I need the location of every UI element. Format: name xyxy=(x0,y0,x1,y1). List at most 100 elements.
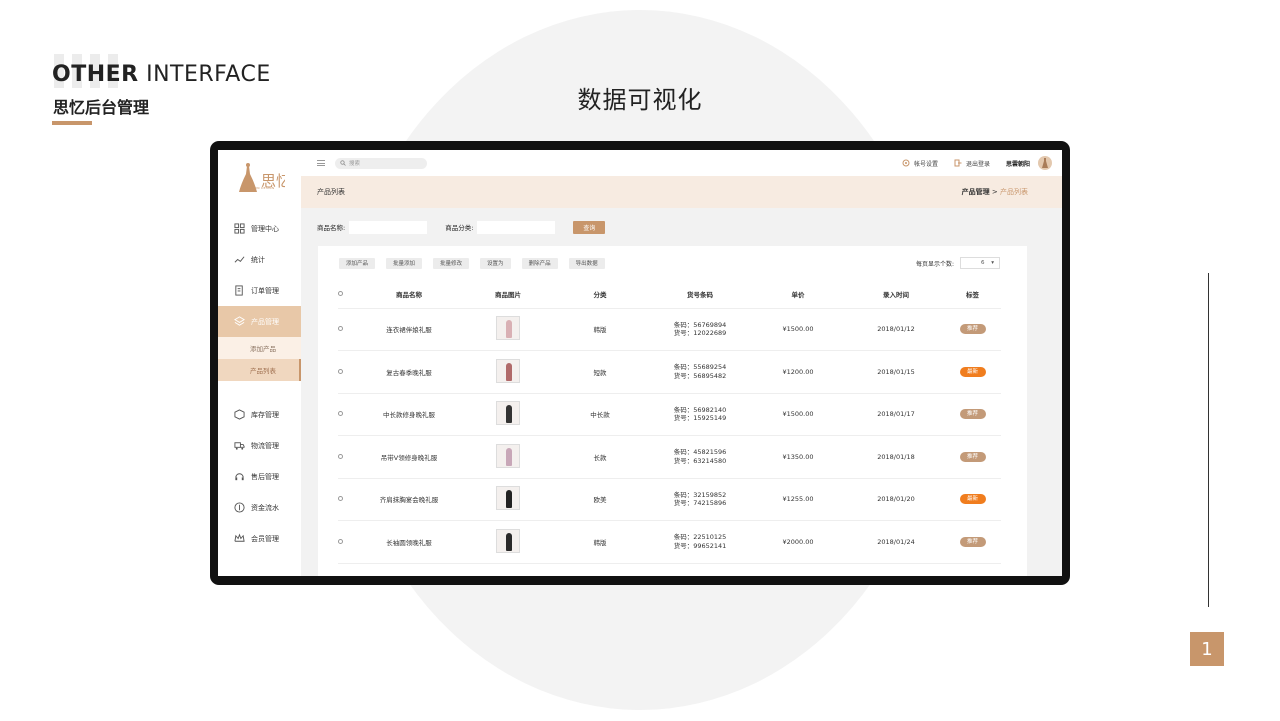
radio-icon[interactable] xyxy=(338,496,343,502)
logo-subtext: FASHION DESIGN xyxy=(244,186,275,190)
chart-line-icon xyxy=(234,256,245,263)
sku-text: 货号：15925149 xyxy=(673,414,727,423)
product-name: 吊带V领修身晚礼服 xyxy=(350,435,468,479)
per-page-control: 每页显示个数: 6 ▾ xyxy=(916,257,1000,269)
product-category: 韩版 xyxy=(548,308,652,351)
product-price: ¥1200.00 xyxy=(748,350,848,394)
product-list-card: 添加产品 批量添加 批量修改 设置为 删除产品 导出数据 每页显示个数: 6 ▾ xyxy=(318,246,1027,576)
product-price: ¥1350.00 xyxy=(748,435,848,479)
product-date: 2018/01/15 xyxy=(848,350,944,394)
product-thumbnail[interactable] xyxy=(496,443,520,468)
product-codes: 条码：56982140 货号：15925149 xyxy=(674,406,727,423)
col-header-tag: 标签 xyxy=(944,280,1001,309)
radio-icon[interactable] xyxy=(338,368,343,374)
radio-icon[interactable] xyxy=(338,290,343,296)
sku-text: 货号：63214580 xyxy=(673,456,727,465)
radio-icon[interactable] xyxy=(338,326,343,332)
table-row[interactable]: 中长款修身晚礼服 中长款 条码：56982140 货号：15925149 ¥1500.0… xyxy=(338,393,1001,436)
product-codes: 条码：56769894 货号：12022689 xyxy=(674,321,727,338)
sidebar-subitem-add-product[interactable]: 添加产品 xyxy=(218,337,301,359)
menu-toggle-icon[interactable] xyxy=(317,160,325,166)
crown-icon xyxy=(234,533,245,542)
select-all-header[interactable] xyxy=(338,280,350,309)
dress-icon xyxy=(506,490,512,509)
row-select-cell[interactable] xyxy=(338,393,350,436)
sidebar: 思忆 FASHION DESIGN 管理中心 统计 订单管理 产品管理 添加产品… xyxy=(218,150,301,576)
col-header-code: 货号条码 xyxy=(652,280,748,309)
status-badge: 推荐 xyxy=(959,324,986,335)
col-header-date: 录入时间 xyxy=(848,280,944,309)
account-settings-link[interactable]: 帐号设置 xyxy=(902,159,938,168)
table-row[interactable]: 长袖圆领晚礼服 韩版 条码：22510125 货号：99652141 ¥2000.00 2… xyxy=(338,520,1001,564)
table-row[interactable]: 复古春季晚礼服 短款 条码：55689254 货号：56895482 ¥1200.00 2… xyxy=(338,350,1001,394)
product-tag-cell: 最新 xyxy=(944,350,1001,394)
gear-icon xyxy=(902,159,910,167)
radio-icon[interactable] xyxy=(338,538,343,544)
product-image-cell xyxy=(468,435,548,479)
table-row[interactable]: 齐肩抹胸宴会晚礼服 欧美 条码：32159852 货号：74215896 ¥1255.0… xyxy=(338,478,1001,521)
dress-bell-icon: 思忆 xyxy=(239,163,285,192)
product-codes-cell: 条码：56982140 货号：15925149 xyxy=(652,393,748,436)
product-codes: 条码：45821596 货号：63214580 xyxy=(674,448,727,465)
logout-link[interactable]: 退出登录 xyxy=(954,159,990,168)
sidebar-item-after-sales[interactable]: 售后管理 xyxy=(218,461,301,492)
batch-add-button[interactable]: 批量添加 xyxy=(386,257,423,269)
table-header-row: 商品名称 商品图片 分类 货号条码 单价 录入时间 标签 xyxy=(338,280,1001,309)
order-icon xyxy=(235,285,243,296)
filter-bar: 商品名称: 商品分类: 查询 xyxy=(301,208,1062,246)
per-page-select[interactable]: 6 ▾ xyxy=(960,257,1000,269)
product-thumbnail[interactable] xyxy=(496,401,520,426)
sidebar-item-funds[interactable]: 资金流水 xyxy=(218,492,301,523)
radio-icon[interactable] xyxy=(338,453,343,459)
table-row[interactable]: 吊带V领修身晚礼服 长款 条码：45821596 货号：63214580 ¥1350.0… xyxy=(338,435,1001,479)
name-filter-input[interactable] xyxy=(349,220,428,234)
user-name[interactable]: 思雲朝阳 xyxy=(1006,159,1030,168)
product-thumbnail[interactable] xyxy=(496,486,520,511)
set-as-button[interactable]: 设置为 xyxy=(480,257,511,269)
search-input[interactable]: 搜索 xyxy=(335,157,427,169)
slide: OTHER INTERFACE 思忆后台管理 数据可视化 1 思忆 FASHIO… xyxy=(0,0,1280,721)
product-codes: 条码：55689254 货号：56895482 xyxy=(674,363,727,380)
product-image-cell xyxy=(468,520,548,564)
breadcrumb-parent[interactable]: 产品管理 xyxy=(962,188,990,196)
row-select-cell[interactable] xyxy=(338,350,350,394)
box-icon xyxy=(234,409,245,420)
product-codes: 条码：32159852 货号：74215896 xyxy=(674,491,727,508)
category-filter-input[interactable] xyxy=(477,220,556,234)
table-row[interactable]: 连衣裙伴娘礼服 韩版 条码：56769894 货号：12022689 ¥1500.00 2… xyxy=(338,308,1001,351)
page-number-badge: 1 xyxy=(1190,632,1224,666)
product-thumbnail[interactable] xyxy=(496,358,520,383)
sidebar-item-inventory[interactable]: 库存管理 xyxy=(218,399,301,430)
sidebar-item-label: 订单管理 xyxy=(251,286,279,295)
sidebar-subitem-product-list[interactable]: 产品列表 xyxy=(218,359,301,381)
sidebar-item-orders[interactable]: 订单管理 xyxy=(218,275,301,306)
add-product-button[interactable]: 添加产品 xyxy=(339,257,376,269)
export-data-button[interactable]: 导出数据 xyxy=(568,257,605,269)
avatar[interactable] xyxy=(1038,156,1052,170)
product-category: 韩版 xyxy=(548,520,652,564)
dress-icon xyxy=(506,405,512,424)
sidebar-item-logistics[interactable]: 物流管理 xyxy=(218,430,301,461)
status-badge: 最新 xyxy=(959,366,986,377)
row-select-cell[interactable] xyxy=(338,520,350,564)
product-image-cell xyxy=(468,308,548,351)
sidebar-item-members[interactable]: 会员管理 xyxy=(218,523,301,554)
row-select-cell[interactable] xyxy=(338,435,350,479)
row-select-cell[interactable] xyxy=(338,308,350,351)
product-tag-cell: 推荐 xyxy=(944,520,1001,564)
sidebar-item-statistics[interactable]: 统计 xyxy=(218,244,301,275)
batch-edit-button[interactable]: 批量修改 xyxy=(433,257,470,269)
barcode-text: 条码：56769894 xyxy=(673,320,727,329)
status-badge: 推荐 xyxy=(959,451,986,462)
product-thumbnail[interactable] xyxy=(496,528,520,553)
query-button[interactable]: 查询 xyxy=(573,220,606,234)
radio-icon[interactable] xyxy=(338,411,343,417)
sidebar-item-products[interactable]: 产品管理 xyxy=(218,306,301,337)
sidebar-nav: 管理中心 统计 订单管理 产品管理 添加产品 产品列表 库存管理 物流管理 售后… xyxy=(218,213,301,554)
delete-product-button[interactable]: 删除产品 xyxy=(521,257,558,269)
sidebar-item-dashboard[interactable]: 管理中心 xyxy=(218,213,301,244)
product-date: 2018/01/12 xyxy=(848,308,944,351)
row-select-cell[interactable] xyxy=(338,478,350,521)
col-header-image: 商品图片 xyxy=(468,280,548,309)
product-thumbnail[interactable] xyxy=(496,316,520,341)
